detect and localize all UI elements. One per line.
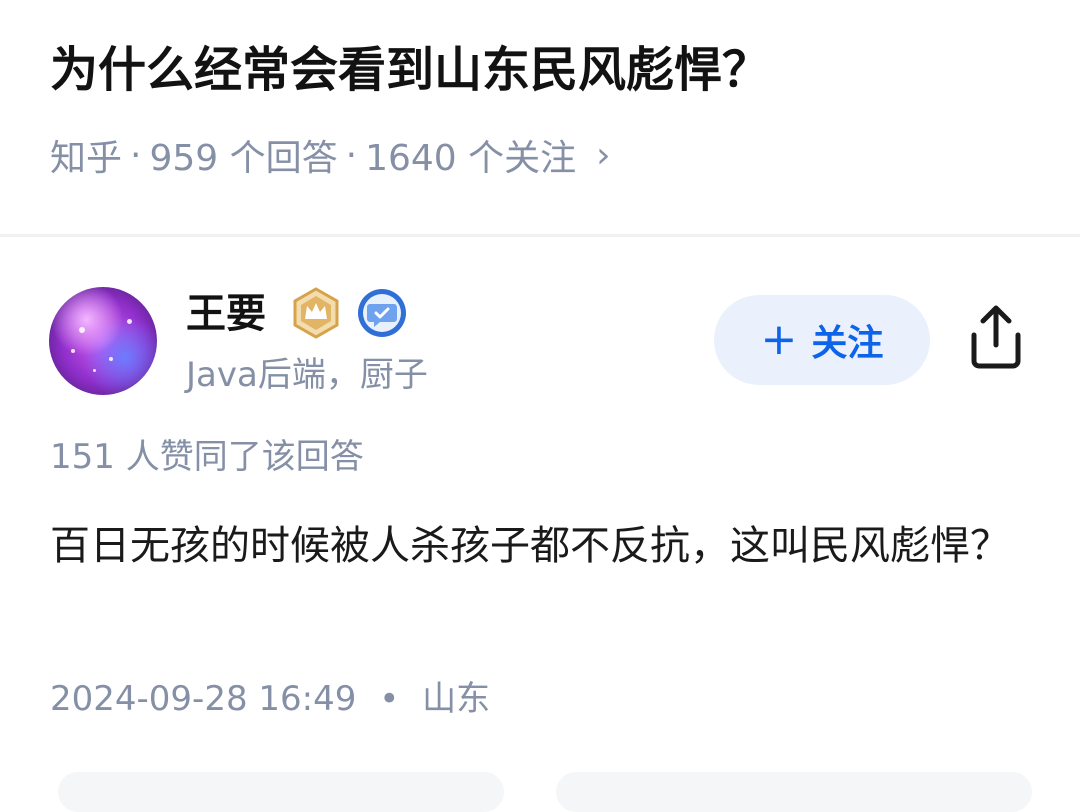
- meta-dot: •: [379, 679, 400, 719]
- verified-chat-badge-icon[interactable]: [356, 287, 408, 339]
- question-title[interactable]: 为什么经常会看到山东民风彪悍？: [50, 34, 1040, 106]
- vote-count: 151 人赞同了该回答: [50, 437, 364, 477]
- share-icon[interactable]: [966, 303, 1026, 373]
- avatar[interactable]: [49, 287, 157, 395]
- author-name[interactable]: 王要: [186, 286, 266, 342]
- bottom-action-pill[interactable]: [556, 772, 1032, 812]
- bottom-action-pill[interactable]: [58, 772, 504, 812]
- meta-separator: ·: [345, 134, 358, 176]
- answers-count: 959 个回答: [149, 138, 338, 179]
- plus-icon: +: [760, 314, 798, 365]
- section-divider: [0, 234, 1080, 237]
- source-label: 知乎: [50, 138, 123, 179]
- meta-separator: ·: [130, 134, 142, 176]
- followers-count: 1640 个关注: [365, 138, 577, 179]
- answer-meta: 2024-09-28 16:49 • 山东: [50, 674, 490, 724]
- crown-badge-icon[interactable]: [290, 287, 342, 339]
- answer-body[interactable]: 百日无孩的时候被人杀孩子都不反抗，这叫民风彪悍？: [50, 514, 1010, 578]
- answer-location: 山东: [422, 679, 491, 719]
- follow-label: 关注: [811, 323, 884, 364]
- answer-date: 2024-09-28 16:49: [50, 679, 357, 719]
- question-meta[interactable]: 知乎 · 959 个回答 · 1640 个关注 ›: [50, 128, 611, 182]
- follow-button[interactable]: + 关注: [714, 295, 930, 385]
- chevron-right-icon[interactable]: ›: [596, 135, 610, 176]
- author-bio: Java后端，厨子: [186, 355, 428, 395]
